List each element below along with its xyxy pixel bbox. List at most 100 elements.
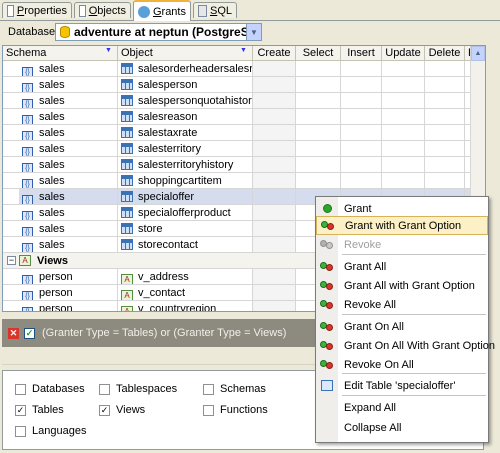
filter-dropdown-icon[interactable]: ▼ — [240, 47, 250, 58]
privilege-cell[interactable] — [253, 93, 296, 109]
privilege-cell[interactable] — [341, 141, 382, 157]
privilege-cell[interactable] — [253, 269, 296, 285]
privilege-cell[interactable] — [341, 93, 382, 109]
column-header-schema[interactable]: Schema ▼ — [3, 46, 118, 61]
privilege-cell[interactable] — [382, 109, 425, 125]
checkbox-languages[interactable]: Languages — [15, 425, 86, 437]
privilege-cell[interactable] — [425, 93, 465, 109]
privilege-cell[interactable] — [253, 221, 296, 237]
clear-filter-icon[interactable]: ✕ — [8, 328, 19, 339]
tab-grants[interactable]: Grants — [133, 0, 191, 21]
privilege-cell[interactable] — [253, 173, 296, 189]
column-header-delete[interactable]: Delete — [425, 46, 465, 61]
privilege-cell[interactable] — [341, 157, 382, 173]
privilege-cell[interactable] — [253, 125, 296, 141]
privilege-cell[interactable] — [296, 141, 341, 157]
privilege-cell[interactable] — [382, 125, 425, 141]
privilege-cell[interactable] — [382, 157, 425, 173]
privilege-cell[interactable] — [341, 77, 382, 93]
table-row[interactable]: {} sales salestaxrate — [3, 125, 485, 141]
privilege-cell[interactable] — [253, 77, 296, 93]
checkbox-box[interactable] — [203, 404, 214, 416]
privilege-cell[interactable] — [296, 173, 341, 189]
filter-dropdown-icon[interactable]: ▼ — [105, 47, 115, 58]
privilege-cell[interactable] — [425, 61, 465, 77]
tab-sql[interactable]: SQL — [193, 2, 237, 18]
tab-properties[interactable]: Properties — [2, 2, 72, 18]
menu-item-grant-with-grant-option[interactable]: Grant with Grant Option — [316, 216, 488, 235]
privilege-cell[interactable] — [425, 157, 465, 173]
column-header-insert[interactable]: Insert — [341, 46, 382, 61]
privilege-cell[interactable] — [425, 125, 465, 141]
checkbox-box[interactable] — [203, 383, 214, 395]
menu-item-grant-all-with-grant-option[interactable]: Grant All with Grant Option — [316, 276, 488, 295]
checkbox-box[interactable]: ✓ — [15, 404, 26, 416]
filter-text[interactable]: (Granter Type = Tables) or (Granter Type… — [42, 327, 286, 339]
privilege-cell[interactable] — [425, 77, 465, 93]
checkbox-schemas[interactable]: Schemas — [203, 383, 266, 395]
privilege-cell[interactable] — [341, 173, 382, 189]
menu-item-revoke-all[interactable]: Revoke All — [316, 295, 488, 314]
menu-item-grant-on-all[interactable]: Grant On All — [316, 317, 488, 336]
checkbox-tablespaces[interactable]: Tablespaces — [99, 383, 177, 395]
checkbox-box[interactable]: ✓ — [99, 404, 110, 416]
checkbox-functions[interactable]: Functions — [203, 404, 268, 416]
privilege-cell[interactable] — [296, 77, 341, 93]
table-row[interactable]: {} sales shoppingcartitem — [3, 173, 485, 189]
collapse-icon[interactable]: − — [7, 256, 16, 265]
table-row[interactable]: {} sales salesterritoryhistory — [3, 157, 485, 173]
filter-enabled-checkbox[interactable]: ✓ — [24, 328, 35, 339]
privilege-cell[interactable] — [341, 61, 382, 77]
column-header-object[interactable]: Object ▼ — [118, 46, 253, 61]
table-row[interactable]: {} sales salespersonquotahistory — [3, 93, 485, 109]
scroll-up-icon[interactable]: ▲ — [471, 46, 485, 61]
table-row[interactable]: {} sales salesorderheadersalesreason — [3, 61, 485, 77]
table-row[interactable]: {} sales salesreason — [3, 109, 485, 125]
privilege-cell[interactable] — [382, 93, 425, 109]
privilege-cell[interactable] — [425, 141, 465, 157]
menu-item-grant-on-all-with-grant-option[interactable]: Grant On All With Grant Option — [316, 336, 495, 355]
privilege-cell[interactable] — [253, 189, 296, 205]
checkbox-box[interactable] — [15, 383, 26, 395]
privilege-cell[interactable] — [296, 125, 341, 141]
database-combo[interactable]: adventure at neptun (PostgreSQL 8 ▼ — [55, 23, 262, 41]
menu-item-revoke-on-all[interactable]: Revoke On All — [316, 355, 488, 374]
table-row[interactable]: {} sales salesperson — [3, 77, 485, 93]
column-header-create[interactable]: Create — [253, 46, 296, 61]
privilege-cell[interactable] — [382, 173, 425, 189]
privilege-cell[interactable] — [253, 109, 296, 125]
privilege-cell[interactable] — [382, 141, 425, 157]
privilege-cell[interactable] — [296, 61, 341, 77]
menu-item-expand-all[interactable]: Expand All — [316, 398, 488, 417]
checkbox-label: Views — [116, 404, 146, 416]
privilege-cell[interactable] — [382, 61, 425, 77]
privilege-cell[interactable] — [253, 237, 296, 253]
checkbox-databases[interactable]: Databases — [15, 383, 85, 395]
privilege-cell[interactable] — [296, 93, 341, 109]
tab-objects[interactable]: Objects — [74, 2, 131, 18]
privilege-cell[interactable] — [425, 109, 465, 125]
privilege-cell[interactable] — [253, 61, 296, 77]
privilege-cell[interactable] — [341, 125, 382, 141]
privilege-cell[interactable] — [341, 109, 382, 125]
privilege-cell[interactable] — [382, 77, 425, 93]
privilege-cell[interactable] — [253, 141, 296, 157]
checkbox-tables[interactable]: ✓ Tables — [15, 404, 64, 416]
column-header-select[interactable]: Select — [296, 46, 341, 61]
chevron-down-icon[interactable]: ▼ — [246, 24, 261, 40]
menu-item-grant-all[interactable]: Grant All — [316, 257, 488, 276]
column-header-update[interactable]: Update — [382, 46, 425, 61]
checkbox-views[interactable]: ✓ Views — [99, 404, 145, 416]
menu-item-edit-table-specialoffer[interactable]: Edit Table 'specialoffer' — [316, 376, 488, 395]
table-row[interactable]: {} sales salesterritory — [3, 141, 485, 157]
checkbox-box[interactable] — [15, 425, 26, 437]
privilege-cell[interactable] — [425, 173, 465, 189]
privilege-cell[interactable] — [296, 157, 341, 173]
privilege-cell[interactable] — [253, 285, 296, 301]
privilege-cell[interactable] — [253, 205, 296, 221]
menu-item-collapse-all[interactable]: Collapse All — [316, 418, 488, 437]
checkbox-box[interactable] — [99, 383, 110, 395]
privilege-cell[interactable] — [296, 109, 341, 125]
privilege-cell[interactable] — [253, 157, 296, 173]
privilege-cell[interactable] — [253, 301, 296, 311]
